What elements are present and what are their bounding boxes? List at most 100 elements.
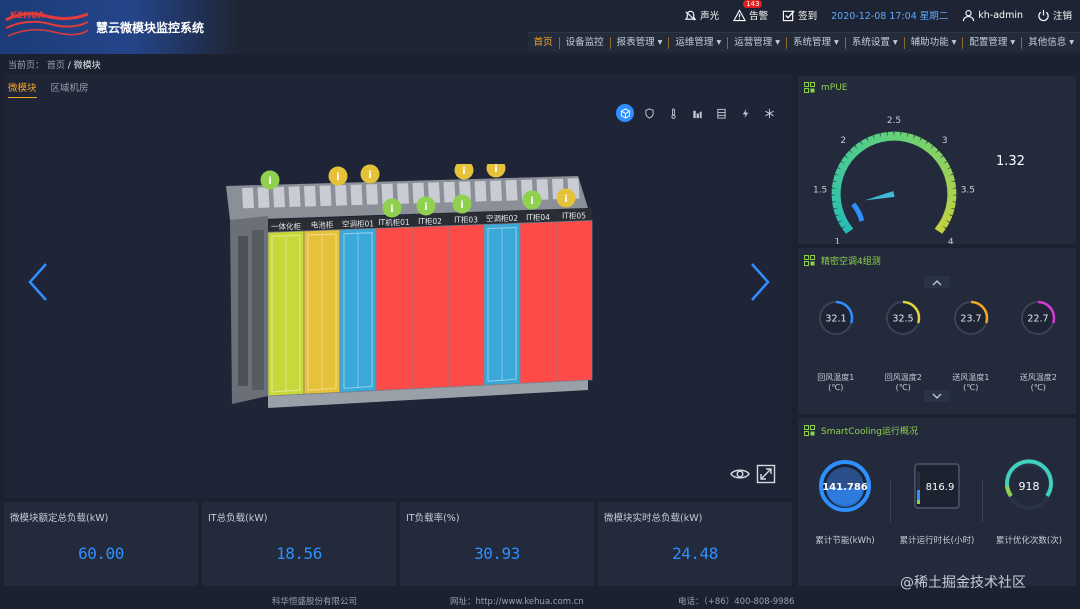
status-pin-icon[interactable]: i (260, 170, 280, 190)
sound-light-button[interactable]: 声光 (684, 8, 719, 22)
cabinet-ac-02[interactable]: 空调柜02 (483, 210, 521, 386)
nav-item[interactable]: 配置管理 ▾ (963, 36, 1023, 49)
sound-label: 声光 (700, 11, 720, 22)
scroll-up-button[interactable] (924, 276, 950, 288)
nav-item[interactable]: 辅助功能 ▾ (905, 36, 964, 49)
cabinet-ac-01[interactable]: 空调柜01 (339, 216, 377, 393)
vent-slot (366, 184, 378, 205)
svg-text:i: i (530, 196, 533, 207)
prev-arrow-icon[interactable] (26, 260, 50, 304)
security-button[interactable] (640, 104, 658, 122)
cabinet-label: 空调柜01 (342, 218, 374, 228)
ac-panel: 精密空调4组测 32.1 回风温度1 (℃) 32.5 回风温度2 (℃) 23… (798, 248, 1076, 414)
signin-button[interactable]: 签到 (782, 8, 817, 22)
gauge-arc-segment (832, 200, 843, 209)
footer: 科华恒盛股份有限公司 网址：http://www.kehua.com.cn 电话… (0, 575, 1080, 609)
svg-text:i: i (460, 200, 463, 211)
cabinet-integrated[interactable]: 一体化柜 (267, 218, 305, 397)
nav-item[interactable]: 报表管理 ▾ (611, 36, 670, 49)
eye-icon[interactable] (730, 464, 750, 484)
top-toolbar: 声光 143 告警 签到 2020-12-08 17:04 星期二 kh-adm… (684, 0, 1072, 24)
footer-phone: 电话：（+86）400-808-9986 (678, 597, 795, 607)
breadcrumb-home[interactable]: 首页 (47, 61, 65, 71)
panel-title: mPUE (821, 82, 848, 93)
tab-micro-module[interactable]: 微模块 (8, 80, 37, 98)
status-pin-icon[interactable]: i (416, 196, 436, 216)
nav-item[interactable]: 运营管理 ▾ (728, 36, 788, 49)
cabinet-it-02[interactable]: IT柜02 (411, 213, 449, 390)
vent-slot (304, 185, 316, 207)
temp-ring: 32.5 (886, 300, 921, 336)
status-pin-icon[interactable]: i (486, 164, 506, 178)
fullscreen-icon[interactable] (756, 464, 776, 484)
vent-slot (242, 187, 254, 209)
temp-ring: 22.7 (1021, 300, 1056, 336)
capacity-button[interactable] (688, 104, 706, 122)
app-header: KEHUA 慧云微模块监控系统 声光 143 告警 签到 2020-12-08 … (0, 0, 1080, 54)
gauge-arc-segment (873, 133, 883, 144)
cabinet-it-04[interactable]: IT柜04 (519, 209, 557, 384)
gauge-arc-segment (917, 138, 928, 150)
nav-item[interactable]: 首页 (528, 36, 560, 49)
battery-button[interactable] (712, 104, 730, 122)
gauge-arc-segment (831, 181, 842, 190)
temperature-button[interactable] (664, 104, 682, 122)
warning-icon (733, 8, 747, 21)
cooling-button[interactable] (760, 104, 778, 122)
gauge-tick-label: 1 (834, 238, 840, 244)
gauge-arc-segment (939, 161, 951, 172)
status-pin-icon[interactable]: i (522, 190, 542, 210)
cabinet-label: IT柜04 (526, 212, 550, 222)
status-pin-icon[interactable]: i (360, 164, 380, 184)
cabinet-it-03[interactable]: IT柜03 (447, 212, 485, 388)
nav-item[interactable]: 系统管理 ▾ (787, 36, 846, 49)
status-pin-icon[interactable]: i (382, 198, 402, 218)
tab-area-room[interactable]: 区域机房 (51, 80, 89, 98)
cabinet-body (519, 221, 557, 384)
logout-button[interactable]: 注销 (1037, 8, 1072, 22)
power-flow-button[interactable] (736, 104, 754, 122)
chevron-down-icon (932, 393, 942, 399)
status-pin-icon[interactable]: i (556, 188, 576, 208)
cabinet-label: IT柜05 (562, 211, 586, 221)
rack-3d-scene[interactable]: 一体化柜 电池柜 空调柜01 IT机柜01 IT柜02 IT柜03 空调柜02 IT柜04 IT… (218, 164, 598, 414)
alarm-button[interactable]: 143 告警 (733, 0, 768, 22)
nav-item[interactable]: 设备监控 (560, 36, 611, 49)
cabinet-battery[interactable]: 电池柜 (303, 217, 341, 395)
metric-label: 微模块实时总负载(kW) (604, 513, 703, 524)
vent-slot (490, 180, 502, 202)
next-arrow-icon[interactable] (748, 260, 772, 304)
gauge-arc-segment (842, 223, 854, 234)
optimize-label: 累计优化次数(次) (995, 536, 1063, 546)
chevron-up-icon (932, 279, 942, 285)
gauge-arc-segment (938, 217, 950, 229)
temp-label-name: 送风温度1 (952, 373, 990, 382)
mpue-gauge: 1 1.5 2 2.5 3 3.5 4 (813, 116, 975, 244)
brand-area: KEHUA 慧云微模块监控系统 (0, 0, 240, 54)
cabinet-it-01[interactable]: IT机柜01 (375, 214, 413, 392)
cabinet-it-05[interactable]: IT柜05 (555, 208, 593, 383)
cabinet-label: IT机柜01 (378, 217, 410, 227)
footer-website[interactable]: 网址：http://www.kehua.com.cn (450, 595, 584, 607)
footer-company: 科华恒盛股份有限公司 (272, 597, 358, 607)
nav-item[interactable]: 系统设置 ▾ (846, 36, 905, 49)
gauge-arc-segment (838, 217, 850, 229)
metric-label: IT总负载(kW) (208, 513, 268, 524)
status-pin-icon[interactable]: i (454, 164, 474, 180)
status-pin-icon[interactable]: i (452, 194, 472, 214)
cabinet-row: 一体化柜 电池柜 空调柜01 IT机柜01 IT柜02 IT柜03 空调柜02 IT柜04 IT… (267, 208, 593, 397)
ac-reading: 32.1 回风温度1 (℃) (804, 298, 868, 393)
user-menu[interactable]: kh-admin (962, 9, 1023, 22)
nav-item[interactable]: 运维管理 ▾ (669, 36, 729, 49)
runtime-label: 累计运行时长(小时) (899, 536, 975, 546)
optimize-ring: 918 (1005, 459, 1053, 510)
breadcrumb-current: / 微模块 (67, 61, 101, 71)
load-metrics: 微模块额定总负载(kW) 60.00 IT总负载(kW) 18.56 IT负载率… (4, 502, 792, 586)
scroll-down-button[interactable] (924, 390, 950, 402)
status-pin-icon[interactable]: i (328, 166, 348, 186)
gauge-arc-segment (833, 206, 845, 216)
nav-item[interactable]: 其他信息 ▾ (1022, 37, 1080, 49)
optimize-value: 918 (1019, 480, 1040, 493)
cube-view-button[interactable] (616, 104, 634, 122)
temp-label: 回风温度1 (℃) (804, 373, 868, 393)
